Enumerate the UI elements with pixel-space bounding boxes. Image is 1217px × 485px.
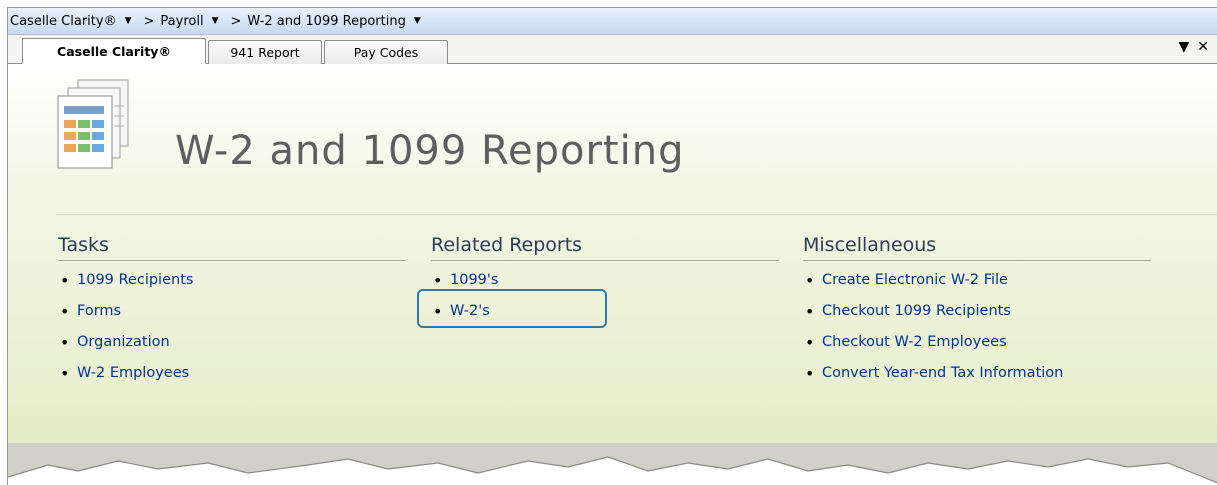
close-icon[interactable]: ✕ — [1197, 39, 1209, 55]
tasks-section-title: Tasks — [58, 234, 406, 261]
breadcrumb-label: Payroll — [160, 13, 204, 29]
breadcrumb-separator: > — [230, 13, 242, 29]
title-divider — [56, 214, 1217, 215]
miscellaneous-section-title: Miscellaneous — [803, 234, 1151, 261]
tab-controls: ▼ ✕ — [1178, 39, 1209, 55]
breadcrumb-label: W-2 and 1099 Reporting — [247, 13, 406, 29]
report-document-icon — [57, 79, 129, 169]
task-link-organization[interactable]: Organization — [58, 327, 406, 358]
chevron-down-icon[interactable]: ▼ — [414, 16, 421, 26]
task-link-forms[interactable]: Forms — [58, 296, 406, 327]
chevron-down-icon[interactable]: ▼ — [1178, 39, 1189, 55]
chevron-down-icon[interactable]: ▼ — [125, 16, 132, 26]
tab-label: 941 Report — [230, 45, 300, 60]
content-pane: W-2 and 1099 Reporting Tasks 1099 Recipi… — [8, 64, 1217, 485]
breadcrumb-separator: > — [143, 13, 155, 29]
misc-link-checkout-w2-employees[interactable]: Checkout W-2 Employees — [803, 327, 1151, 358]
tab-strip: Caselle Clarity® 941 Report Pay Codes ▼ … — [8, 35, 1217, 64]
misc-link-checkout-1099-recipients[interactable]: Checkout 1099 Recipients — [803, 296, 1151, 327]
tab-label: Pay Codes — [353, 45, 419, 60]
selection-highlight — [417, 289, 607, 328]
task-link-1099-recipients[interactable]: 1099 Recipients — [58, 265, 406, 296]
chevron-down-icon[interactable]: ▼ — [212, 16, 219, 26]
torn-edge-footer — [8, 443, 1217, 485]
miscellaneous-list: Create Electronic W-2 File Checkout 1099… — [803, 265, 1151, 389]
tab-caselle-clarity[interactable]: Caselle Clarity® — [22, 38, 206, 64]
misc-link-create-electronic-w2-file[interactable]: Create Electronic W-2 File — [803, 265, 1151, 296]
task-link-w2-employees[interactable]: W-2 Employees — [58, 358, 406, 389]
misc-link-convert-year-end-tax-info[interactable]: Convert Year-end Tax Information — [803, 358, 1151, 389]
breadcrumb: Caselle Clarity® ▼ > Payroll ▼ > W-2 and… — [8, 8, 1217, 35]
page-title: W-2 and 1099 Reporting — [175, 128, 685, 174]
related-reports-section-title: Related Reports — [431, 234, 779, 261]
breadcrumb-item-payroll[interactable]: Payroll ▼ — [160, 14, 224, 29]
tab-label: Caselle Clarity® — [57, 43, 171, 59]
app-window: Caselle Clarity® ▼ > Payroll ▼ > W-2 and… — [7, 7, 1217, 485]
tasks-list: 1099 Recipients Forms Organization W-2 E… — [58, 265, 406, 389]
tab-941-report[interactable]: 941 Report — [208, 40, 322, 64]
breadcrumb-item-w2-1099-reporting[interactable]: W-2 and 1099 Reporting ▼ — [247, 14, 426, 29]
tab-pay-codes[interactable]: Pay Codes — [324, 40, 448, 64]
breadcrumb-item-caselle-clarity[interactable]: Caselle Clarity® ▼ — [10, 14, 138, 29]
miscellaneous-section: Miscellaneous Create Electronic W-2 File… — [803, 234, 1151, 389]
breadcrumb-label: Caselle Clarity® — [10, 13, 117, 29]
tasks-section: Tasks 1099 Recipients Forms Organization… — [58, 234, 406, 389]
